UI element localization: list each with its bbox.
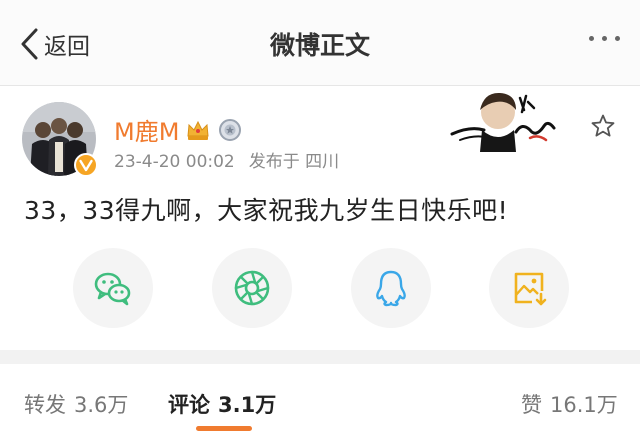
more-options-icon[interactable] [589, 36, 620, 41]
crown-badge-icon [187, 120, 209, 140]
save-image-icon [514, 272, 547, 306]
tab-like-count: 16.1万 [550, 393, 618, 417]
wechat-icon [94, 272, 131, 306]
active-tab-indicator [196, 426, 252, 431]
navigation-bar: 返回 微博正文 [0, 0, 640, 86]
tab-comment-label: 评论 [168, 393, 210, 417]
share-qq-button[interactable] [351, 248, 431, 328]
post-meta: 23-4-20 00:02 发布于 四川 [114, 147, 339, 172]
verified-badge-icon [74, 153, 98, 177]
share-moments-button[interactable] [212, 248, 292, 328]
tab-repost-label: 转发 [24, 393, 66, 417]
decorative-card-sticker [450, 92, 556, 152]
medal-badge-icon [219, 118, 242, 141]
username-row: M鹿M [114, 112, 243, 147]
qq-icon [376, 270, 406, 307]
tab-repost[interactable]: 转发 3.6万 [24, 389, 128, 419]
post-text: 33，33得九啊，大家祝我九岁生日快乐吧! [24, 196, 509, 225]
tab-comment-count: 3.1万 [218, 393, 277, 417]
tab-like-label: 赞 [521, 393, 542, 417]
section-divider [0, 350, 640, 364]
post-card: M鹿M 23-4-20 00:02 发布于 四川 33，33得九啊，大家祝我九岁生… [0, 87, 640, 350]
share-bar [0, 248, 640, 328]
post-location: 发布于 四川 [248, 152, 340, 172]
interaction-tabs: 转发 3.6万 评论 3.1万 赞 16.1万 [0, 364, 640, 433]
tab-like[interactable]: 赞 16.1万 [521, 389, 618, 419]
favorite-star-icon[interactable] [590, 113, 616, 139]
share-wechat-button[interactable] [73, 248, 153, 328]
save-image-button[interactable] [489, 248, 569, 328]
tab-comment[interactable]: 评论 3.1万 [168, 389, 276, 419]
tab-repost-count: 3.6万 [74, 393, 129, 417]
username[interactable]: M鹿M [114, 112, 179, 147]
post-date: 23-4-20 00:02 [114, 152, 235, 172]
page-title: 微博正文 [269, 31, 370, 60]
moments-icon [234, 270, 270, 306]
